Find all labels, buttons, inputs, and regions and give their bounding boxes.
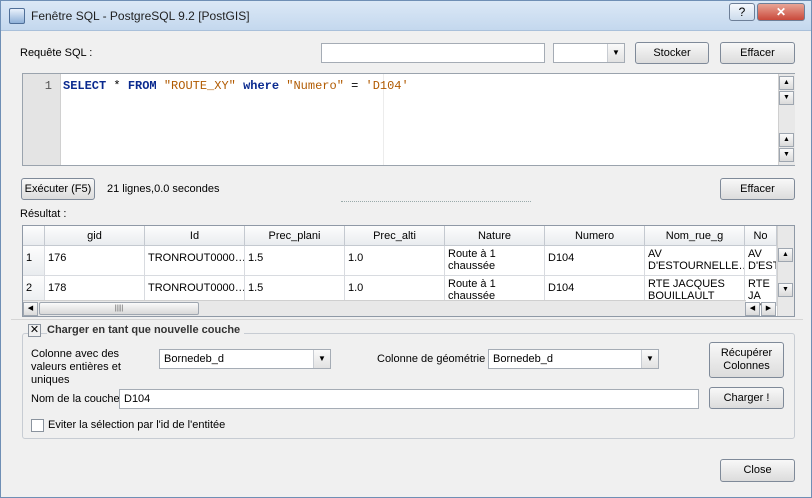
column-header[interactable]: Prec_alti <box>345 226 445 246</box>
load-layer-checkbox[interactable]: ✕ <box>28 324 41 337</box>
table-cell[interactable]: D104 <box>545 246 645 276</box>
keyword-from: FROM <box>127 79 157 93</box>
table-cell[interactable]: 1.5 <box>245 246 345 276</box>
results-table[interactable]: gid Id Prec_plani Prec_alti Nature Numer… <box>22 225 795 317</box>
execution-status: 21 lignes,0.0 secondes <box>107 183 220 195</box>
line-gutter: 1 <box>23 74 61 165</box>
window-close-button[interactable]: ✕ <box>757 3 805 21</box>
table-cell[interactable]: 176 <box>45 246 145 276</box>
scroll-down-icon[interactable]: ▼ <box>779 91 794 105</box>
scroll-right-icon[interactable]: ▶ <box>761 302 776 316</box>
table-horizontal-scrollbar[interactable]: ◀ ||||| ◀ ▶ <box>23 300 776 316</box>
stored-queries-combo[interactable]: ▼ <box>553 43 625 63</box>
store-button[interactable]: Stocker <box>635 42 709 64</box>
scroll-left-icon[interactable]: ◀ <box>745 302 760 316</box>
token-value: 'D104' <box>365 79 409 93</box>
sql-window: Fenêtre SQL - PostgreSQL 9.2 [PostGIS] ?… <box>0 0 812 498</box>
layer-name-input[interactable]: D104 <box>119 389 699 409</box>
column-header[interactable]: Numero <box>545 226 645 246</box>
column-header[interactable]: Nature <box>445 226 545 246</box>
column-header[interactable]: Id <box>145 226 245 246</box>
line-number: 1 <box>44 79 52 93</box>
table-cell[interactable]: AV D'ESTO <box>745 246 777 276</box>
table-cell[interactable]: Route à 1 chaussée <box>445 246 545 276</box>
table-cell[interactable]: TRONROUT0000… <box>145 246 245 276</box>
results-label: Résultat : <box>20 208 67 220</box>
keyword-select: SELECT <box>63 79 107 93</box>
chevron-down-icon: ▼ <box>641 350 658 368</box>
scroll-down-icon[interactable]: ▼ <box>779 148 794 162</box>
chevron-down-icon: ▼ <box>313 350 330 368</box>
corner-header[interactable] <box>23 226 45 246</box>
token-star: * <box>106 79 128 93</box>
query-name-input[interactable] <box>321 43 545 63</box>
id-column-combo[interactable]: Bornedeb_d ▼ <box>159 349 331 369</box>
load-button[interactable]: Charger ! <box>709 387 784 409</box>
clear-results-button[interactable]: Effacer <box>720 178 795 200</box>
query-label: Requête SQL : <box>20 47 93 59</box>
geom-column-value: Bornedeb_d <box>493 353 553 365</box>
window-title: Fenêtre SQL - PostgreSQL 9.2 [PostGIS] <box>31 9 250 23</box>
clear-query-button[interactable]: Effacer <box>720 42 795 64</box>
help-button[interactable]: ? <box>729 3 755 21</box>
splitter-handle[interactable] <box>341 201 531 203</box>
title-bar: Fenêtre SQL - PostgreSQL 9.2 [PostGIS] ?… <box>1 1 811 31</box>
avoid-selection-label: Eviter la sélection par l'id de l'entité… <box>48 419 226 431</box>
token-table: "ROUTE_XY" <box>156 79 244 93</box>
geom-column-combo[interactable]: Bornedeb_d ▼ <box>488 349 659 369</box>
column-header[interactable]: No <box>745 226 777 246</box>
id-column-value: Bornedeb_d <box>164 353 224 365</box>
geom-column-label: Colonne de géométrie <box>377 353 486 365</box>
id-column-label: Colonne avec des valeurs entières et uni… <box>31 348 121 386</box>
layer-name-label: Nom de la couche <box>31 393 120 405</box>
close-button[interactable]: Close <box>720 459 795 482</box>
column-header[interactable]: Prec_plani <box>245 226 345 246</box>
scroll-down-icon[interactable]: ▼ <box>778 283 793 297</box>
scroll-left-icon[interactable]: ◀ <box>23 302 38 316</box>
load-layer-label: Charger en tant que nouvelle couche <box>47 324 245 336</box>
sql-editor[interactable]: 1 SELECT * FROM "ROUTE_XY" where "Numero… <box>22 73 795 166</box>
sql-code[interactable]: SELECT * FROM "ROUTE_XY" where "Numero" … <box>63 79 409 93</box>
database-icon <box>9 8 25 24</box>
token-column: "Numero" <box>279 79 352 93</box>
execute-button[interactable]: Exécuter (F5) <box>21 178 95 200</box>
scroll-up-icon[interactable]: ▲ <box>779 133 794 147</box>
chevron-down-icon: ▼ <box>607 44 624 62</box>
table-cell[interactable]: AV D'ESTOURNELLE… <box>645 246 745 276</box>
scroll-up-icon[interactable]: ▲ <box>779 76 794 90</box>
retrieve-columns-button[interactable]: Récupérer Colonnes <box>709 342 784 378</box>
row-header[interactable]: 1 <box>23 246 45 276</box>
keyword-where: where <box>243 79 280 93</box>
scroll-thumb[interactable]: ||||| <box>39 302 199 315</box>
separator <box>11 319 803 320</box>
table-cell[interactable]: 1.0 <box>345 246 445 276</box>
column-header[interactable]: Nom_rue_g <box>645 226 745 246</box>
token-eq: = <box>351 79 366 93</box>
avoid-selection-checkbox[interactable] <box>31 419 44 432</box>
table-vertical-scrollbar[interactable]: ▲ ▼ <box>777 226 794 316</box>
editor-scrollbar[interactable]: ▲ ▼ ▲ ▼ <box>778 74 795 165</box>
scroll-up-icon[interactable]: ▲ <box>778 248 793 262</box>
column-header[interactable]: gid <box>45 226 145 246</box>
